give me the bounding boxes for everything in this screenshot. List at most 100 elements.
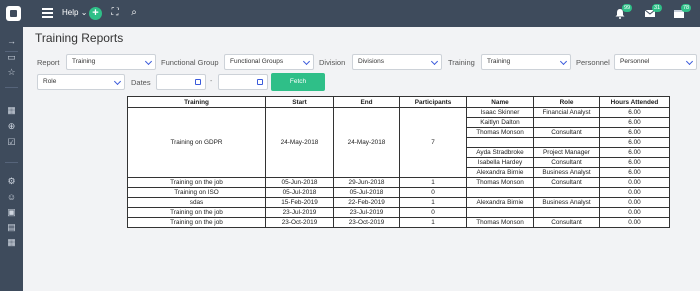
folder-tree-icon[interactable]: ▤: [6, 222, 17, 233]
apps-icon[interactable]: ▦: [6, 237, 17, 248]
name-cell: Isaac Skinner: [466, 107, 534, 118]
end-cell: 05-Jul-2018: [333, 187, 400, 198]
user-icon[interactable]: ☺: [6, 192, 17, 203]
chevron-down-icon: [559, 57, 568, 66]
hours-cell: 6.00: [599, 147, 670, 158]
table-row: Training on ISO 05-Jul-2018 05-Jul-2018 …: [127, 187, 670, 198]
sidebar-toggle-icon[interactable]: →: [6, 36, 17, 47]
role-cell: Consultant: [533, 177, 600, 188]
training-cell: Training on ISO: [127, 187, 266, 198]
table-row: Training on the job 05-Jun-2018 29-Jun-2…: [127, 177, 670, 188]
chevron-down-icon: [144, 57, 153, 66]
training-label: Training: [448, 58, 475, 67]
settings-icon[interactable]: ⚙: [6, 176, 17, 187]
fullscreen-icon[interactable]: ⛶: [109, 7, 121, 19]
training-select[interactable]: Training: [481, 54, 571, 70]
grid-icon[interactable]: ▦: [6, 105, 17, 116]
role-select[interactable]: Role: [37, 74, 125, 90]
app-logo[interactable]: [6, 6, 21, 21]
page-title: Training Reports: [35, 31, 124, 45]
column-header-training: Training: [127, 96, 266, 108]
folder-icon[interactable]: ▭: [6, 52, 17, 63]
start-cell: 05-Jun-2018: [265, 177, 334, 188]
add-circle-icon[interactable]: ⊕: [6, 121, 17, 132]
participants-cell: 0: [399, 187, 467, 198]
start-cell: 23-Jul-2019: [265, 207, 334, 218]
table-row: Training on the job 23-Oct-2019 23-Oct-2…: [127, 217, 670, 228]
role-cell: [533, 117, 600, 128]
calendar-icon: [257, 79, 263, 85]
hours-cell: 0.00: [599, 217, 670, 228]
start-cell: 15-Feb-2019: [265, 197, 334, 208]
fetch-button[interactable]: Fetch: [271, 73, 325, 91]
table-row: Training on GDPR 24-May-2018 24-May-2018…: [127, 107, 670, 178]
hours-cell: 6.00: [599, 157, 670, 168]
role-cell: Business Analyst: [533, 197, 600, 208]
training-cell: sdas: [127, 197, 266, 208]
name-cell: Alexandra Birnie: [466, 167, 534, 178]
name-cell: [466, 187, 534, 198]
top-bar: Help ⌄ + ⛶ ⌕ 99 31 78: [0, 0, 700, 27]
column-header-end: End: [333, 96, 400, 108]
sidebar: → ▭ ☆ ▦ ⊕ ☑ ⚙ ☺ ▣ ▤ ▦: [0, 27, 23, 291]
training-cell: Training on the job: [127, 207, 266, 218]
briefcase-icon[interactable]: ▣: [6, 207, 17, 218]
hours-cell: 6.00: [599, 127, 670, 138]
menu-icon[interactable]: [42, 8, 53, 18]
column-header-name: Name: [466, 96, 534, 108]
participants-cell: 1: [399, 177, 467, 188]
help-menu[interactable]: Help ⌄: [62, 8, 87, 17]
start-cell: 24-May-2018: [265, 107, 334, 178]
hours-cell: 0.00: [599, 197, 670, 208]
role-cell: Financial Analyst: [533, 107, 600, 118]
search-icon[interactable]: ⌕: [128, 7, 140, 19]
functional-group-select-value: Functional Groups: [230, 58, 284, 65]
hours-cell: 6.00: [599, 117, 670, 128]
column-header-participants: Participants: [399, 96, 467, 108]
start-cell: 05-Jul-2018: [265, 187, 334, 198]
task-badge: 78: [681, 4, 692, 12]
name-cell: [466, 207, 534, 218]
checkbox-icon[interactable]: ☑: [6, 137, 17, 148]
sidebar-divider: [5, 162, 18, 163]
role-cell: [533, 207, 600, 218]
role-cell: Consultant: [533, 157, 600, 168]
personnel-label: Personnel: [576, 58, 610, 67]
training-cell: Training on GDPR: [127, 107, 266, 178]
training-report-table: Training Start End Participants Name Rol…: [127, 96, 670, 228]
participants-cell: 7: [399, 107, 467, 178]
end-cell: 24-May-2018: [333, 107, 400, 178]
division-select[interactable]: Divisions: [352, 54, 442, 70]
name-cell: Thomas Monson: [466, 177, 534, 188]
star-icon[interactable]: ☆: [6, 67, 17, 78]
end-cell: 23-Oct-2019: [333, 217, 400, 228]
name-cell: [466, 137, 534, 148]
participants-cell: 1: [399, 197, 467, 208]
start-date-input[interactable]: [156, 74, 206, 90]
training-cell: Training on the job: [127, 217, 266, 228]
calendar-icon: [195, 79, 201, 85]
chevron-down-icon: [113, 77, 122, 86]
division-label: Division: [319, 58, 346, 67]
table-row: sdas 15-Feb-2019 22-Feb-2019 1 Alexandra…: [127, 197, 670, 208]
help-label: Help: [62, 8, 79, 17]
functional-group-label: Functional Group: [161, 58, 219, 67]
end-cell: 23-Jul-2019: [333, 207, 400, 218]
column-header-role: Role: [533, 96, 600, 108]
hours-cell: 0.00: [599, 187, 670, 198]
end-date-input[interactable]: [218, 74, 268, 90]
chevron-down-icon: [685, 57, 694, 66]
name-cell: Isabella Hardey: [466, 157, 534, 168]
name-cell: Thomas Monson: [466, 217, 534, 228]
functional-group-select[interactable]: Functional Groups: [224, 54, 314, 70]
notification-badge: 99: [622, 4, 633, 12]
add-icon[interactable]: +: [89, 7, 102, 20]
report-select[interactable]: Training: [66, 54, 156, 70]
personnel-select-value: Personnel: [620, 58, 650, 65]
personnel-select[interactable]: Personnel: [614, 54, 697, 70]
training-select-value: Training: [487, 58, 511, 65]
dates-label: Dates: [131, 78, 151, 87]
table-row: Training on the job 23-Jul-2019 23-Jul-2…: [127, 207, 670, 218]
message-badge: 31: [652, 4, 663, 12]
role-cell: [533, 187, 600, 198]
